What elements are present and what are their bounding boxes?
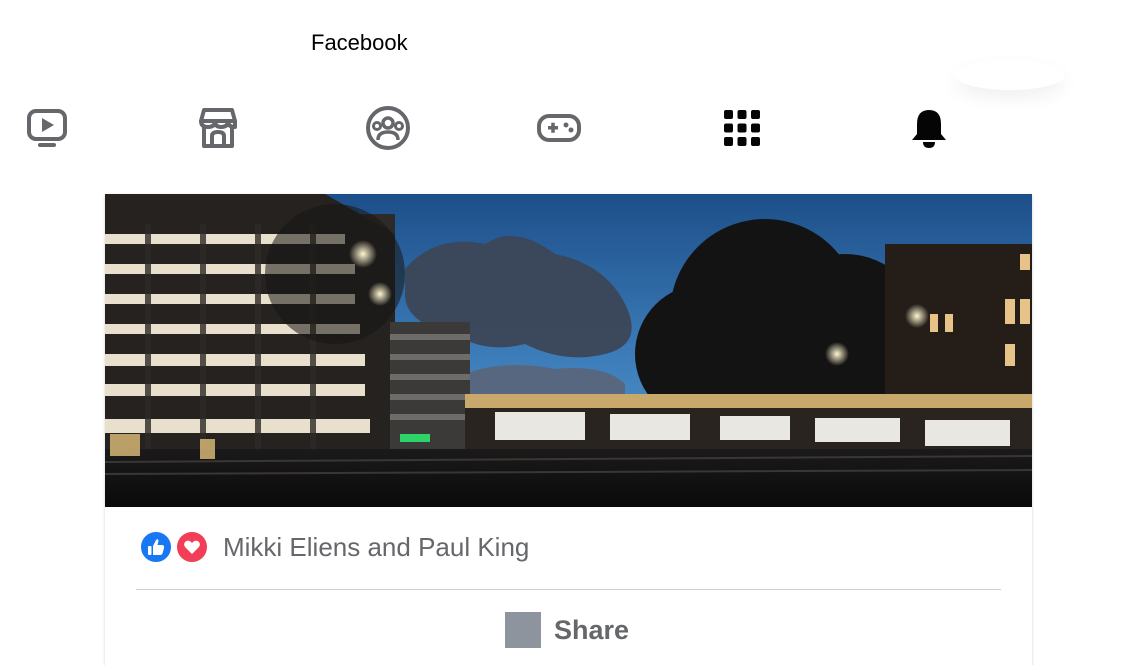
app-title: Facebook [311,30,408,55]
like-reaction-icon [139,530,173,564]
actions-divider [136,589,1001,590]
reaction-icons [139,530,217,564]
post-photo[interactable] [105,194,1032,507]
gaming-icon [537,114,581,142]
share-label: Share [554,614,630,645]
nav-gaming[interactable] [531,100,587,156]
nav-watch[interactable] [19,100,75,156]
reaction-names[interactable]: Mikki Eliens and Paul King [223,532,529,563]
share-button[interactable]: Share [505,612,629,648]
facebook-page: Facebook Mikki Eliens and Paul King Shar… [0,0,1139,665]
notifications-bell-icon [912,110,946,148]
post-reactions[interactable]: Mikki Eliens and Paul King [139,530,529,564]
share-icon [505,612,541,648]
post-photo-image [105,194,1032,507]
nav-menu[interactable] [714,100,770,156]
top-navigation [0,100,1139,156]
watch-icon [27,109,67,147]
groups-icon [366,106,410,150]
love-reaction-icon [175,530,209,564]
nav-marketplace[interactable] [190,100,246,156]
nav-groups[interactable] [360,100,416,156]
top-shadow [955,60,1065,90]
marketplace-icon [199,108,237,148]
menu-grid-icon [724,110,760,146]
nav-notifications[interactable] [901,100,957,156]
post-card: Mikki Eliens and Paul King Share [105,194,1032,665]
